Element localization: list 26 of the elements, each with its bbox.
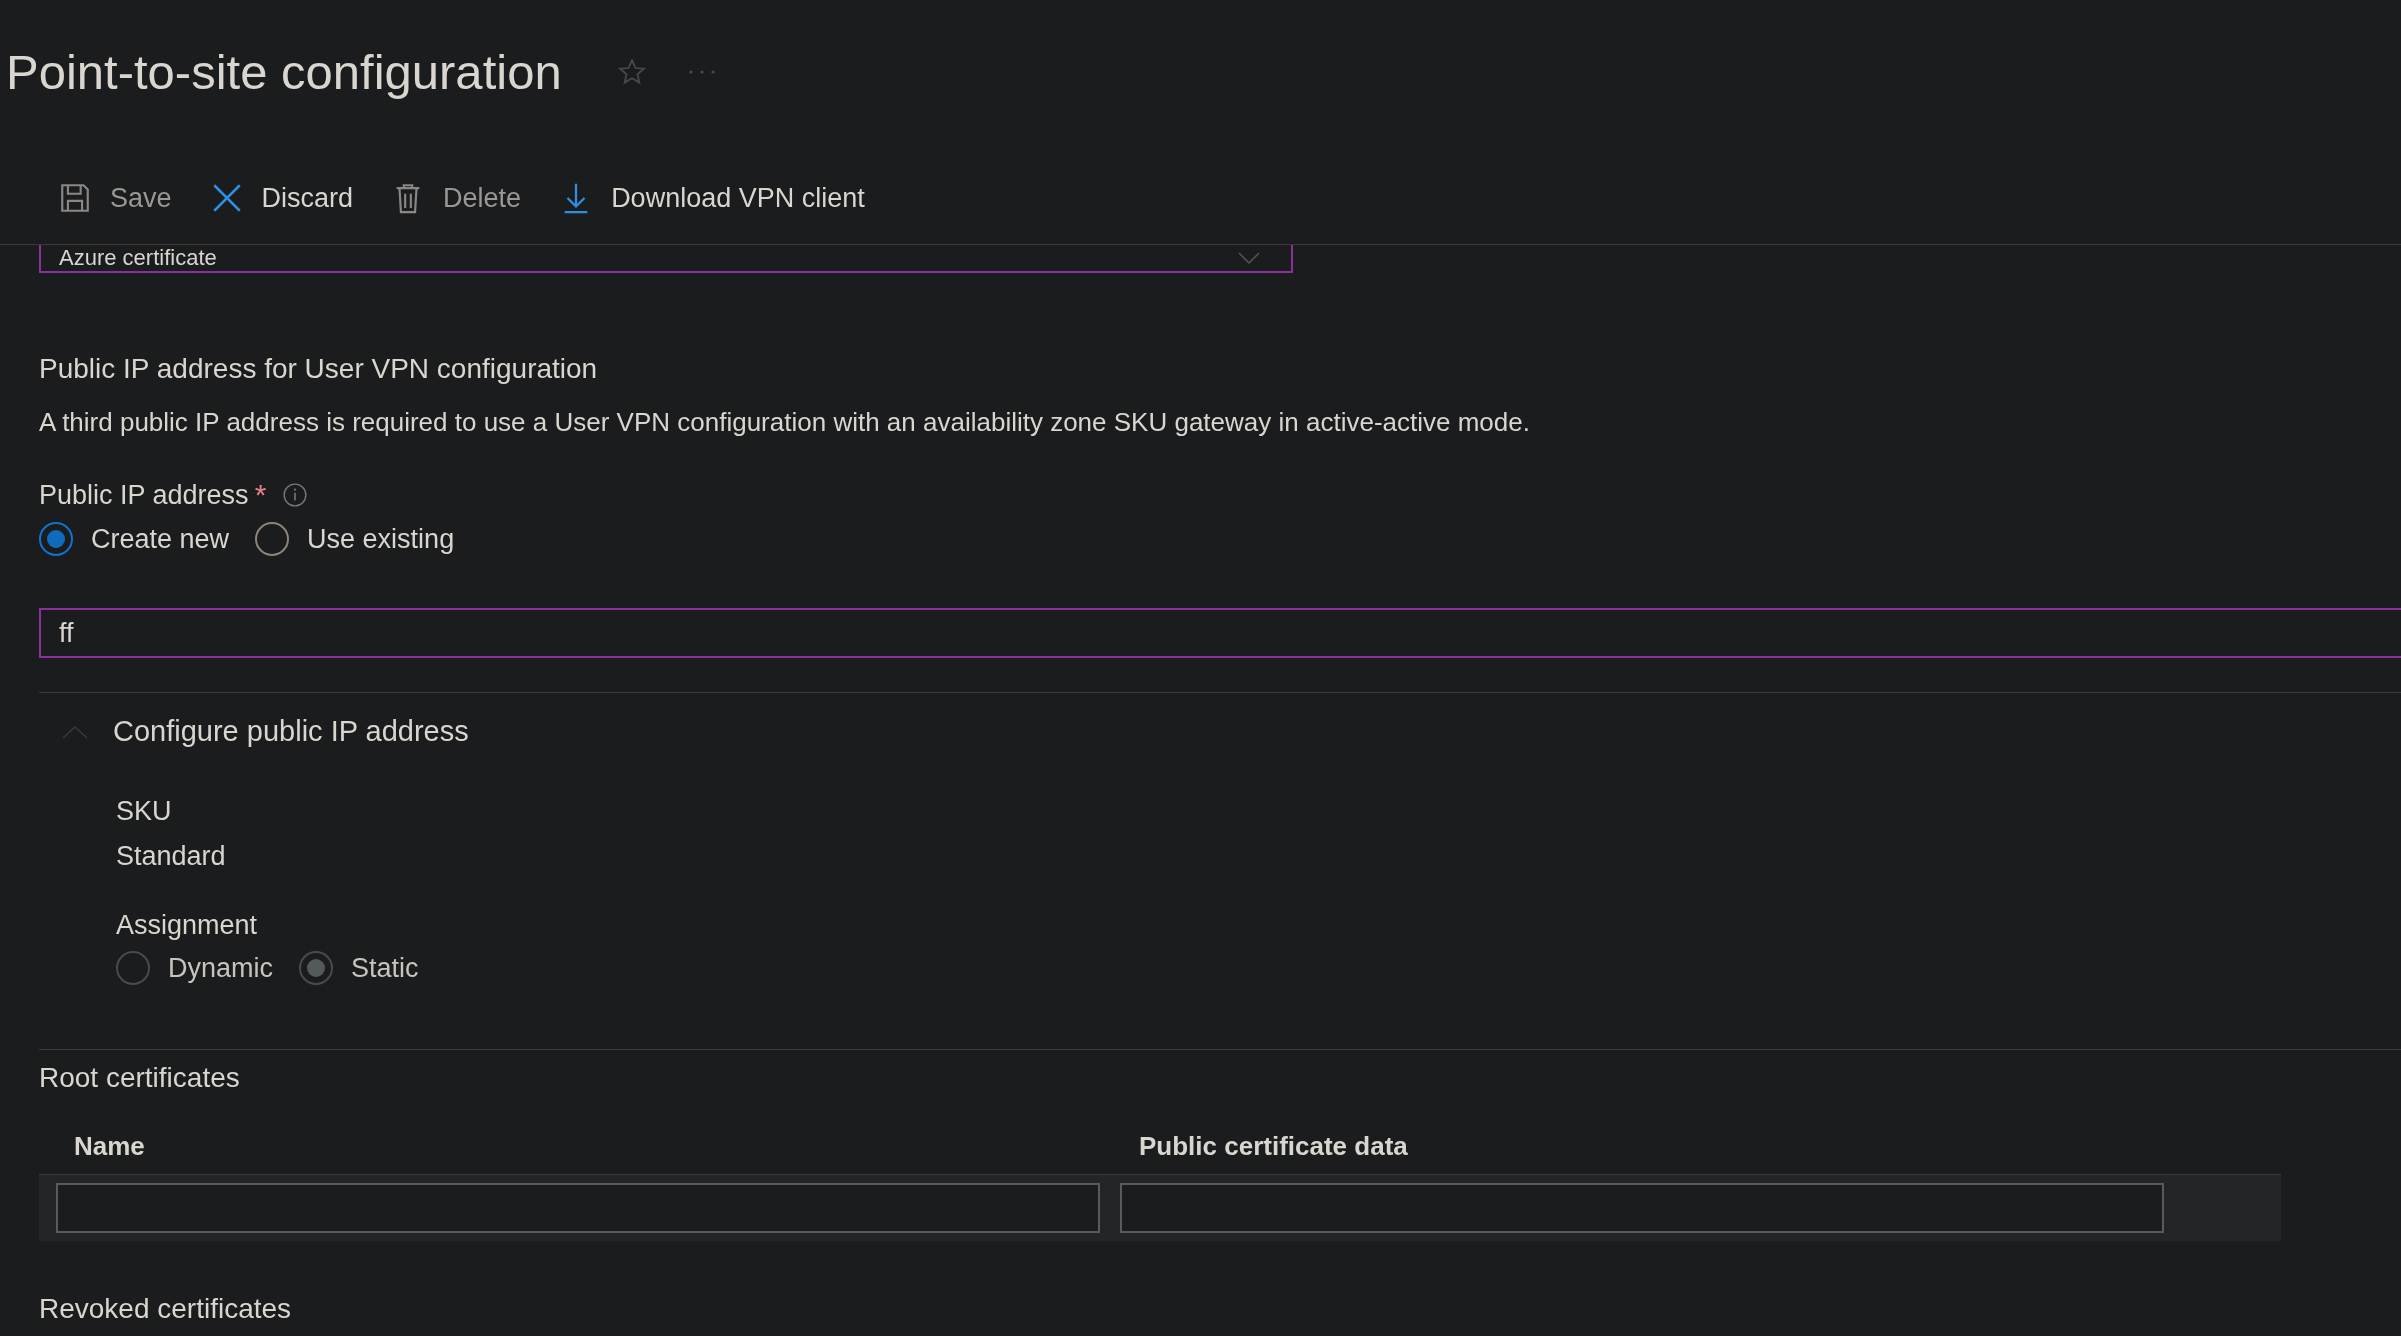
toolbar-button[interactable]: Discard xyxy=(203,177,360,219)
cell-input-field[interactable] xyxy=(1120,1183,2164,1233)
chevron-up-icon xyxy=(61,723,89,740)
section-heading: Revoked certificates xyxy=(39,1293,293,1325)
column-header: Public certificate data xyxy=(1138,1130,1409,1162)
radio-option[interactable]: Use existing xyxy=(255,522,455,556)
field-label: SKU xyxy=(116,796,173,827)
section-toggle[interactable]: Configure public IP address xyxy=(39,715,2401,748)
dropdown-field[interactable]: Azure certificate xyxy=(39,245,1293,273)
chevron-down-icon xyxy=(1237,251,1261,265)
toolbar-button[interactable]: Download VPN client xyxy=(553,177,871,219)
field-label: Assignment xyxy=(116,910,259,941)
radio-option[interactable]: Create new xyxy=(39,522,230,556)
field-label: Public IP address xyxy=(39,479,249,511)
name-input-field[interactable]: ff xyxy=(39,608,2401,658)
description-text: A third public IP address is required to use a User VPN configuration with an availability zone SKU gateway in active-active mode. xyxy=(39,407,1531,438)
section-heading: Public IP address for User VPN configuration xyxy=(39,353,599,385)
section-heading: Root certificates xyxy=(39,1062,241,1094)
cell-input-field[interactable] xyxy=(56,1183,1100,1233)
required-mark: * xyxy=(254,478,267,512)
info-icon xyxy=(282,482,309,508)
save-icon xyxy=(58,181,92,215)
page-title: Point-to-site configuration xyxy=(6,44,563,100)
star-icon xyxy=(616,57,647,87)
field-value: Standard xyxy=(116,841,227,872)
column-header: Name xyxy=(73,1130,146,1162)
